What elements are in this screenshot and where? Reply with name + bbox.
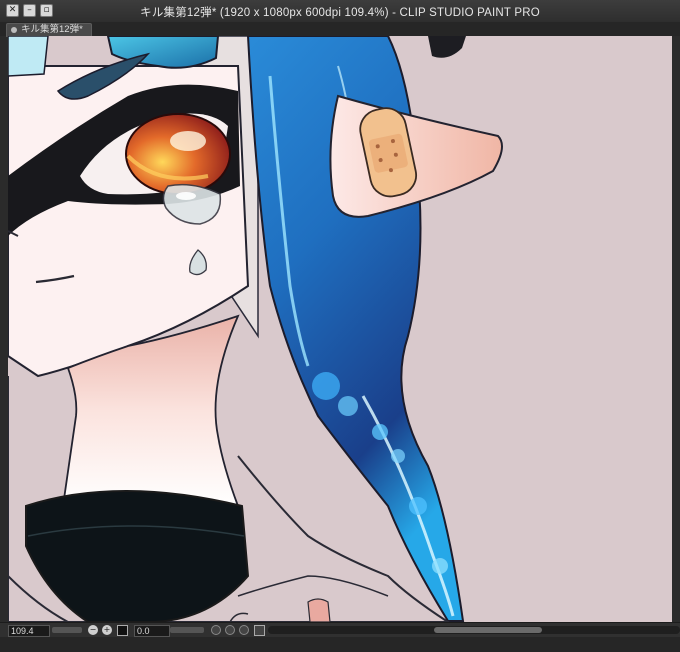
tab-bar: キル集第12弾* xyxy=(0,22,680,37)
title-bar: ✕ – ▫ キル集第12弾* (1920 x 1080px 600dpi 109… xyxy=(0,0,680,23)
flip-button[interactable] xyxy=(254,625,265,636)
horizontal-scrollbar[interactable] xyxy=(268,626,680,634)
reset-rotation-icon[interactable] xyxy=(239,625,249,635)
illustration xyxy=(8,36,503,622)
tab-label: キル集第12弾* xyxy=(21,24,83,35)
fit-window-button[interactable] xyxy=(117,625,128,636)
rotate-right-icon[interactable] xyxy=(225,625,235,635)
rotation-slider[interactable] xyxy=(170,627,204,633)
horizontal-scroll-thumb[interactable] xyxy=(434,627,542,633)
zoom-field[interactable]: 109.4 xyxy=(8,625,50,637)
tab-close-dot-icon[interactable] xyxy=(11,27,17,33)
rotate-left-icon[interactable] xyxy=(211,625,221,635)
tab-document[interactable]: キル集第12弾* xyxy=(6,23,92,37)
zoom-out-button[interactable]: − xyxy=(88,625,98,635)
window-title: キル集第12弾* (1920 x 1080px 600dpi 109.4%) -… xyxy=(140,7,540,19)
zoom-in-button[interactable]: + xyxy=(102,625,112,635)
bottom-strip xyxy=(0,637,680,652)
drawing-canvas[interactable] xyxy=(8,36,672,622)
status-bar: 109.4 − + 0.0 xyxy=(0,622,680,637)
zoom-slider[interactable] xyxy=(52,627,82,633)
rotation-field[interactable]: 0.0 xyxy=(134,625,170,637)
